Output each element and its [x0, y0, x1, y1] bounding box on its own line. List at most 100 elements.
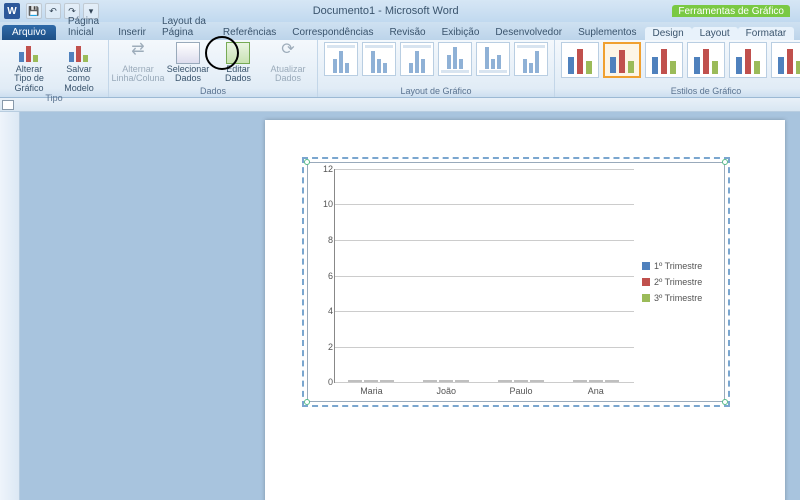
switch-icon: ⇄ — [126, 42, 150, 64]
group-label: Layout de Gráfico — [400, 86, 471, 96]
tab-page-layout[interactable]: Layout da Página — [154, 14, 215, 40]
chart-layout-option[interactable] — [362, 42, 396, 76]
data-bar[interactable] — [589, 380, 603, 382]
chart-legend[interactable]: 1º Trimestre 2º Trimestre 3º Trimestre — [638, 163, 724, 401]
chart-plot-area[interactable]: 024681012MariaJoãoPauloAna — [308, 163, 638, 401]
chart-style-option-selected[interactable] — [603, 42, 641, 78]
contextual-tab-group: Ferramentas de Gráfico — [672, 5, 790, 17]
contextual-tab-title: Ferramentas de Gráfico — [678, 6, 784, 17]
legend-swatch — [642, 262, 650, 270]
data-bar[interactable] — [439, 380, 453, 382]
x-axis-label: João — [416, 386, 476, 396]
qat-undo-button[interactable]: ↶ — [45, 3, 61, 19]
legend-swatch — [642, 278, 650, 286]
legend-label: 3º Trimestre — [654, 293, 702, 303]
y-axis-label: 6 — [315, 271, 333, 281]
page[interactable]: 024681012MariaJoãoPauloAna 1º Trimestre2… — [265, 120, 785, 500]
template-icon — [67, 42, 91, 64]
tab-chart-layout[interactable]: Layout — [692, 27, 738, 40]
save-as-template-button[interactable]: Salvar como Modelo — [56, 42, 102, 93]
refresh-icon: ⟳ — [276, 42, 300, 64]
y-axis-label: 10 — [315, 199, 333, 209]
button-label: Alterar Tipo de Gráfico — [6, 65, 52, 93]
tab-addins[interactable]: Suplementos — [570, 25, 644, 40]
vertical-ruler[interactable] — [0, 112, 20, 500]
data-bar[interactable] — [455, 380, 469, 382]
legend-item[interactable]: 2º Trimestre — [642, 277, 720, 287]
grid-icon — [176, 42, 200, 64]
ribbon-group-tipo: Alterar Tipo de Gráfico Salvar como Mode… — [0, 40, 109, 97]
gridline — [335, 169, 634, 170]
legend-item[interactable]: 3º Trimestre — [642, 293, 720, 303]
tab-mailings[interactable]: Correspondências — [284, 25, 381, 40]
group-label: Dados — [200, 86, 226, 96]
bar-chart-icon — [17, 42, 41, 64]
gridline — [335, 382, 634, 383]
qat-save-button[interactable]: 💾 — [26, 3, 42, 19]
tab-selector-icon[interactable] — [2, 100, 14, 110]
group-label: Estilos de Gráfico — [671, 86, 742, 96]
tab-view[interactable]: Exibição — [434, 25, 488, 40]
edit-data-button[interactable]: Editar Dados — [215, 42, 261, 84]
chart-object[interactable]: 024681012MariaJoãoPauloAna 1º Trimestre2… — [307, 162, 725, 402]
chart-layout-option[interactable] — [438, 42, 472, 76]
chart-layout-option[interactable] — [514, 42, 548, 76]
tab-review[interactable]: Revisão — [381, 25, 433, 40]
tab-developer[interactable]: Desenvolvedor — [487, 25, 570, 40]
category-group: Paulo — [498, 380, 544, 382]
gridline — [335, 204, 634, 205]
data-bar[interactable] — [605, 380, 619, 382]
plot-area: 024681012MariaJoãoPauloAna — [334, 169, 634, 383]
x-axis-label: Paulo — [491, 386, 551, 396]
y-axis-label: 4 — [315, 306, 333, 316]
button-label: Editar Dados — [215, 65, 261, 84]
ribbon-group-layout: Layout de Gráfico — [318, 40, 555, 97]
ribbon-group-dados: ⇄ Alternar Linha/Coluna Selecionar Dados… — [109, 40, 318, 97]
chart-style-option[interactable] — [687, 42, 725, 78]
ribbon-group-styles: Estilos de Gráfico — [555, 40, 800, 97]
switch-row-column-button: ⇄ Alternar Linha/Coluna — [115, 42, 161, 84]
resize-handle[interactable] — [722, 399, 728, 405]
select-data-button[interactable]: Selecionar Dados — [165, 42, 211, 84]
data-bar[interactable] — [514, 380, 528, 382]
legend-label: 1º Trimestre — [654, 261, 702, 271]
data-bar[interactable] — [573, 380, 587, 382]
chart-layout-option[interactable] — [324, 42, 358, 76]
data-bar[interactable] — [423, 380, 437, 382]
tab-file[interactable]: Arquivo — [2, 25, 56, 40]
gridline — [335, 347, 634, 348]
y-axis-label: 12 — [315, 164, 333, 174]
change-chart-type-button[interactable]: Alterar Tipo de Gráfico — [6, 42, 52, 93]
button-label: Alternar Linha/Coluna — [111, 65, 164, 84]
chart-style-option[interactable] — [771, 42, 800, 78]
legend-label: 2º Trimestre — [654, 277, 702, 287]
data-bar[interactable] — [364, 380, 378, 382]
chart-style-option[interactable] — [729, 42, 767, 78]
category-group: Ana — [573, 380, 619, 382]
resize-handle[interactable] — [304, 159, 310, 165]
data-bar[interactable] — [348, 380, 362, 382]
document-workspace[interactable]: 024681012MariaJoãoPauloAna 1º Trimestre2… — [20, 112, 800, 500]
data-bar[interactable] — [380, 380, 394, 382]
resize-handle[interactable] — [304, 399, 310, 405]
resize-handle[interactable] — [722, 159, 728, 165]
data-bar[interactable] — [498, 380, 512, 382]
x-axis-label: Ana — [566, 386, 626, 396]
chart-style-option[interactable] — [645, 42, 683, 78]
chart-layout-option[interactable] — [476, 42, 510, 76]
chart-style-option[interactable] — [561, 42, 599, 78]
y-axis-label: 0 — [315, 377, 333, 387]
button-label: Atualizar Dados — [265, 65, 311, 84]
gridline — [335, 240, 634, 241]
data-bar[interactable] — [530, 380, 544, 382]
tab-home[interactable]: Página Inicial — [60, 14, 110, 40]
chart-layout-option[interactable] — [400, 42, 434, 76]
legend-item[interactable]: 1º Trimestre — [642, 261, 720, 271]
tab-chart-format[interactable]: Formatar — [738, 27, 795, 40]
tab-insert[interactable]: Inserir — [110, 25, 154, 40]
tab-references[interactable]: Referências — [215, 25, 284, 40]
tab-chart-design[interactable]: Design — [645, 27, 692, 40]
gridline — [335, 276, 634, 277]
y-axis-label: 2 — [315, 342, 333, 352]
button-label: Selecionar Dados — [165, 65, 211, 84]
